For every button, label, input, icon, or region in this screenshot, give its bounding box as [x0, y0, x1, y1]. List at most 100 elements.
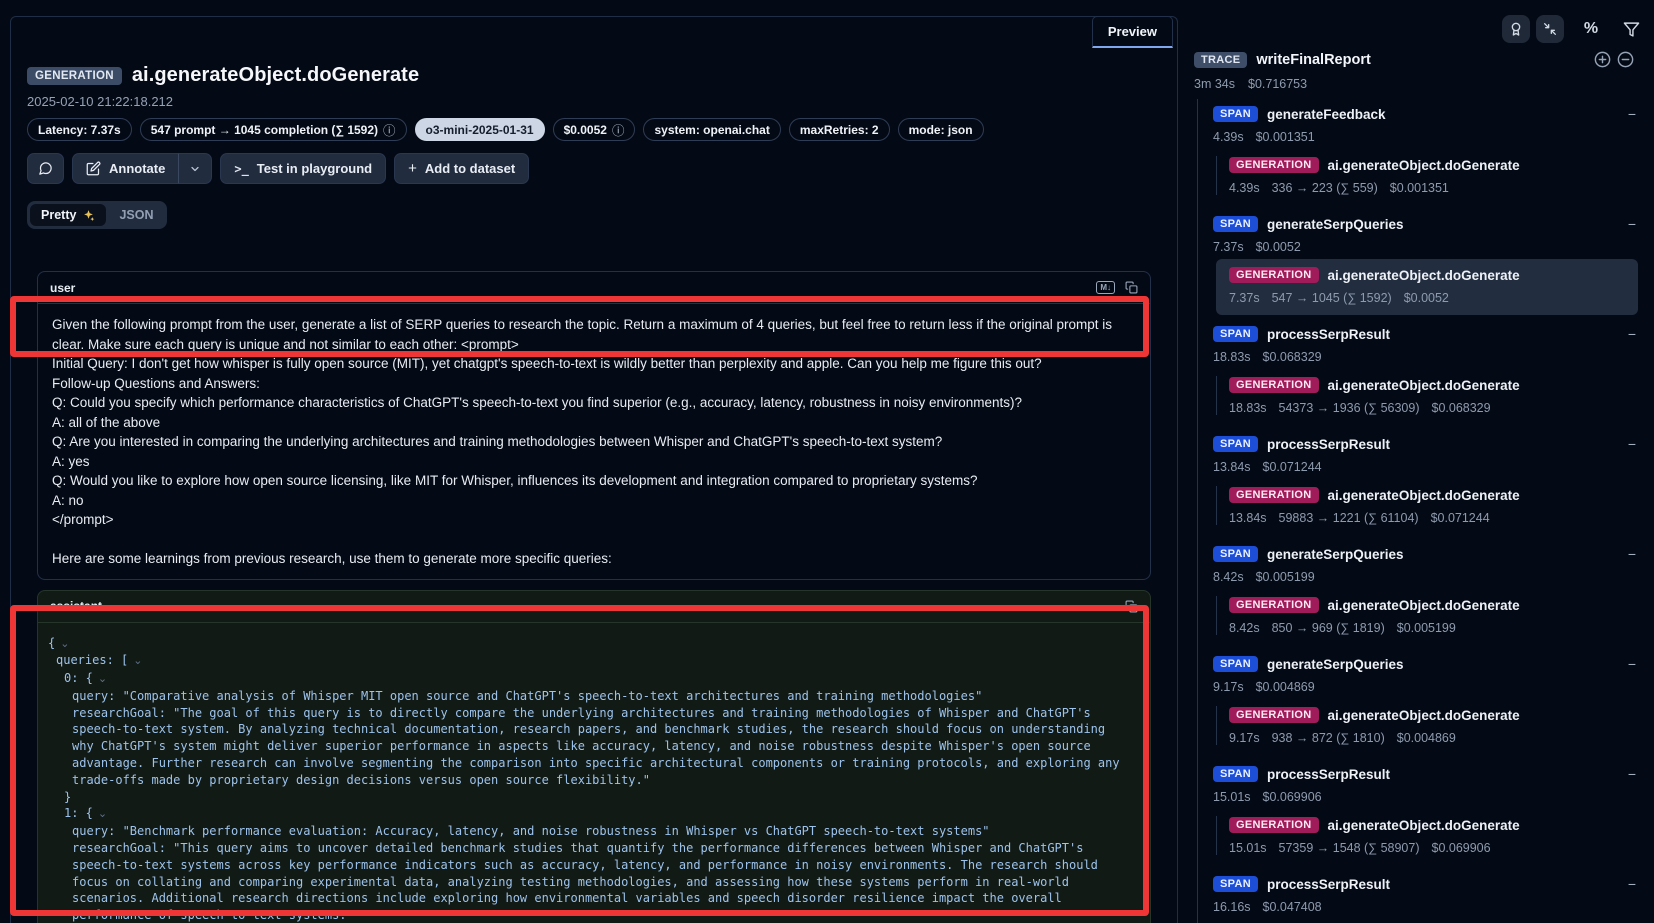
span-row[interactable]: SPANgenerateSerpQueries− — [1213, 654, 1638, 674]
span-metrics: 15.01s$0.069906 — [1213, 790, 1638, 806]
chevron-down-icon[interactable]: ⌄ — [98, 672, 107, 685]
add-to-dataset-label: Add to dataset — [425, 161, 515, 176]
view-toggle-pretty[interactable]: Pretty — [30, 204, 106, 226]
chevron-down-icon[interactable]: ⌄ — [60, 637, 69, 650]
collapse-node-icon[interactable]: − — [1628, 767, 1638, 781]
annotate-dropdown-button[interactable] — [178, 153, 212, 184]
copy-icon[interactable] — [1125, 600, 1138, 613]
generation-cost: $0.068329 — [1432, 401, 1491, 417]
trace-tree-generation[interactable]: GENERATIONai.generateObject.doGenerate7.… — [1216, 259, 1638, 315]
span-badge: SPAN — [1213, 766, 1258, 782]
assistant-message-panel: assistant {⌄queries: [⌄0: {⌄query: "Comp… — [37, 590, 1151, 923]
role-label: user — [50, 281, 75, 295]
comment-button[interactable] — [27, 153, 64, 184]
json-line: query: "Comparative analysis of Whisper … — [38, 688, 1134, 705]
trace-tree-root[interactable]: TRACE writeFinalReport — [1194, 50, 1635, 69]
span-name: generateSerpQueries — [1267, 217, 1404, 232]
generation-name: ai.generateObject.doGenerate — [1328, 708, 1520, 723]
trace-duration: 3m 34s — [1194, 77, 1235, 91]
chat-bubble-icon — [38, 161, 53, 176]
json-line: query: "Benchmark performance evaluation… — [38, 823, 1134, 840]
span-cost: $0.005199 — [1256, 570, 1315, 586]
plus-icon: + — [408, 161, 417, 176]
markdown-toggle-icon[interactable]: M↓ — [1096, 281, 1115, 295]
generation-duration: 15.01s — [1229, 841, 1267, 857]
json-line-text: query: "Comparative analysis of Whisper … — [72, 689, 982, 703]
test-in-playground-button[interactable]: >_ Test in playground — [220, 153, 386, 184]
trace-metrics: 3m 34s $0.716753 — [1194, 77, 1307, 91]
generation-row[interactable]: GENERATIONai.generateObject.doGenerate — [1229, 705, 1638, 725]
span-badge: SPAN — [1213, 436, 1258, 452]
filter-button[interactable] — [1618, 15, 1644, 43]
info-icon[interactable]: ⓘ — [383, 120, 396, 139]
span-name: processSerpResult — [1267, 767, 1390, 782]
pill-label: maxRetries: 2 — [800, 123, 879, 137]
json-line: } — [38, 789, 1134, 806]
view-toggle-json[interactable]: JSON — [108, 204, 164, 226]
metadata-pill: $0.0052ⓘ — [553, 118, 636, 141]
generation-metrics: 4.39s336 → 223 (∑ 559)$0.001351 — [1229, 181, 1638, 197]
trace-tree-span: SPANgenerateFeedback−4.39s$0.001351GENER… — [1213, 104, 1638, 197]
json-line-text: { — [48, 636, 55, 650]
collapse-panel-button[interactable] — [1536, 15, 1564, 43]
trace-tree-generation[interactable]: GENERATIONai.generateObject.doGenerate9.… — [1216, 705, 1638, 747]
generation-name: ai.generateObject.doGenerate — [1328, 378, 1520, 393]
span-row[interactable]: SPAN processSerpResult − — [1213, 764, 1638, 784]
metadata-pill[interactable]: o3-mini-2025-01-31 — [415, 118, 545, 141]
io-section: user M↓ Given the following prompt from … — [37, 271, 1151, 923]
span-row[interactable]: SPANprocessSerpResult− — [1213, 324, 1638, 344]
copy-icon[interactable] — [1125, 281, 1138, 294]
generation-row[interactable]: GENERATIONai.generateObject.doGenerate — [1229, 815, 1638, 835]
trace-name: writeFinalReport — [1256, 52, 1370, 68]
generation-duration: 18.83s — [1229, 401, 1267, 417]
span-cost: $0.004869 — [1256, 680, 1315, 696]
trace-tree-generation[interactable]: GENERATIONai.generateObject.doGenerate 8.… — [1216, 595, 1638, 637]
generation-duration: 8.42s — [1229, 621, 1260, 637]
metadata-pill: maxRetries: 2 — [789, 118, 890, 141]
info-icon[interactable]: ⓘ — [612, 120, 625, 139]
tab-preview[interactable]: Preview — [1092, 16, 1173, 48]
span-name: processSerpResult — [1267, 327, 1390, 342]
generation-type-badge: GENERATION — [27, 67, 122, 85]
chevron-down-icon[interactable]: ⌄ — [133, 654, 142, 667]
generation-row[interactable]: GENERATIONai.generateObject.doGenerate — [1229, 595, 1638, 615]
span-row[interactable]: SPANgenerateSerpQueries− — [1213, 214, 1638, 234]
expand-all-button[interactable] — [1593, 50, 1612, 69]
trace-tree-generation[interactable]: GENERATIONai.generateObject.doGenerate 18… — [1216, 375, 1638, 417]
chevron-down-icon[interactable]: ⌄ — [98, 807, 107, 820]
annotate-button-group: Annotate — [72, 153, 212, 184]
collapse-node-icon[interactable]: − — [1628, 547, 1638, 561]
award-badge-icon — [1508, 21, 1524, 37]
generation-badge: GENERATION — [1229, 487, 1319, 503]
collapse-node-icon[interactable]: − — [1628, 657, 1638, 671]
generation-row[interactable]: GENERATIONai.generateObject.doGenerate — [1229, 265, 1628, 285]
generation-row[interactable]: GENERATIONai.generateObject.doGenerate — [1229, 155, 1638, 175]
span-name: generateSerpQueries — [1267, 657, 1404, 672]
span-row[interactable]: SPANgenerateSerpQueries− — [1213, 544, 1638, 564]
trace-tree-generation[interactable]: GENERATIONai.generateObject.doGenerate 4.… — [1216, 155, 1638, 197]
tab-preview-label: Preview — [1108, 24, 1157, 39]
trace-tree-generation[interactable]: GENERATIONai.generateObject.doGenerate 15… — [1216, 815, 1638, 857]
span-badge: SPAN — [1213, 546, 1258, 562]
collapse-node-icon[interactable]: − — [1628, 107, 1638, 121]
trace-badge: TRACE — [1194, 52, 1247, 68]
generation-row[interactable]: GENERATIONai.generateObject.doGenerate — [1229, 375, 1638, 395]
collapse-all-button[interactable] — [1616, 50, 1635, 69]
span-row[interactable]: SPANprocessSerpResult− — [1213, 434, 1638, 454]
trace-tree-span: SPANprocessSerpResult−16.16s$0.047408GEN… — [1213, 874, 1638, 923]
trace-tree-generation[interactable]: GENERATIONai.generateObject.doGenerate13… — [1216, 485, 1638, 527]
span-name: processSerpResult — [1267, 877, 1390, 892]
annotate-button[interactable]: Annotate — [72, 153, 178, 184]
annotation-badge-button[interactable] — [1502, 15, 1530, 43]
generation-token-usage: 336 → 223 (∑ 559) — [1272, 181, 1378, 197]
add-to-dataset-button[interactable]: + Add to dataset — [394, 153, 529, 184]
span-row[interactable]: SPANprocessSerpResult− — [1213, 874, 1638, 894]
generation-row[interactable]: GENERATIONai.generateObject.doGenerate — [1229, 485, 1638, 505]
scores-percent-button[interactable]: % — [1578, 15, 1604, 43]
collapse-node-icon[interactable]: − — [1628, 327, 1638, 341]
collapse-node-icon[interactable]: − — [1628, 877, 1638, 891]
collapse-node-icon[interactable]: − — [1628, 217, 1638, 231]
span-row[interactable]: SPANgenerateFeedback− — [1213, 104, 1638, 124]
span-metrics: 16.16s$0.047408 — [1213, 900, 1638, 916]
collapse-node-icon[interactable]: − — [1628, 437, 1638, 451]
